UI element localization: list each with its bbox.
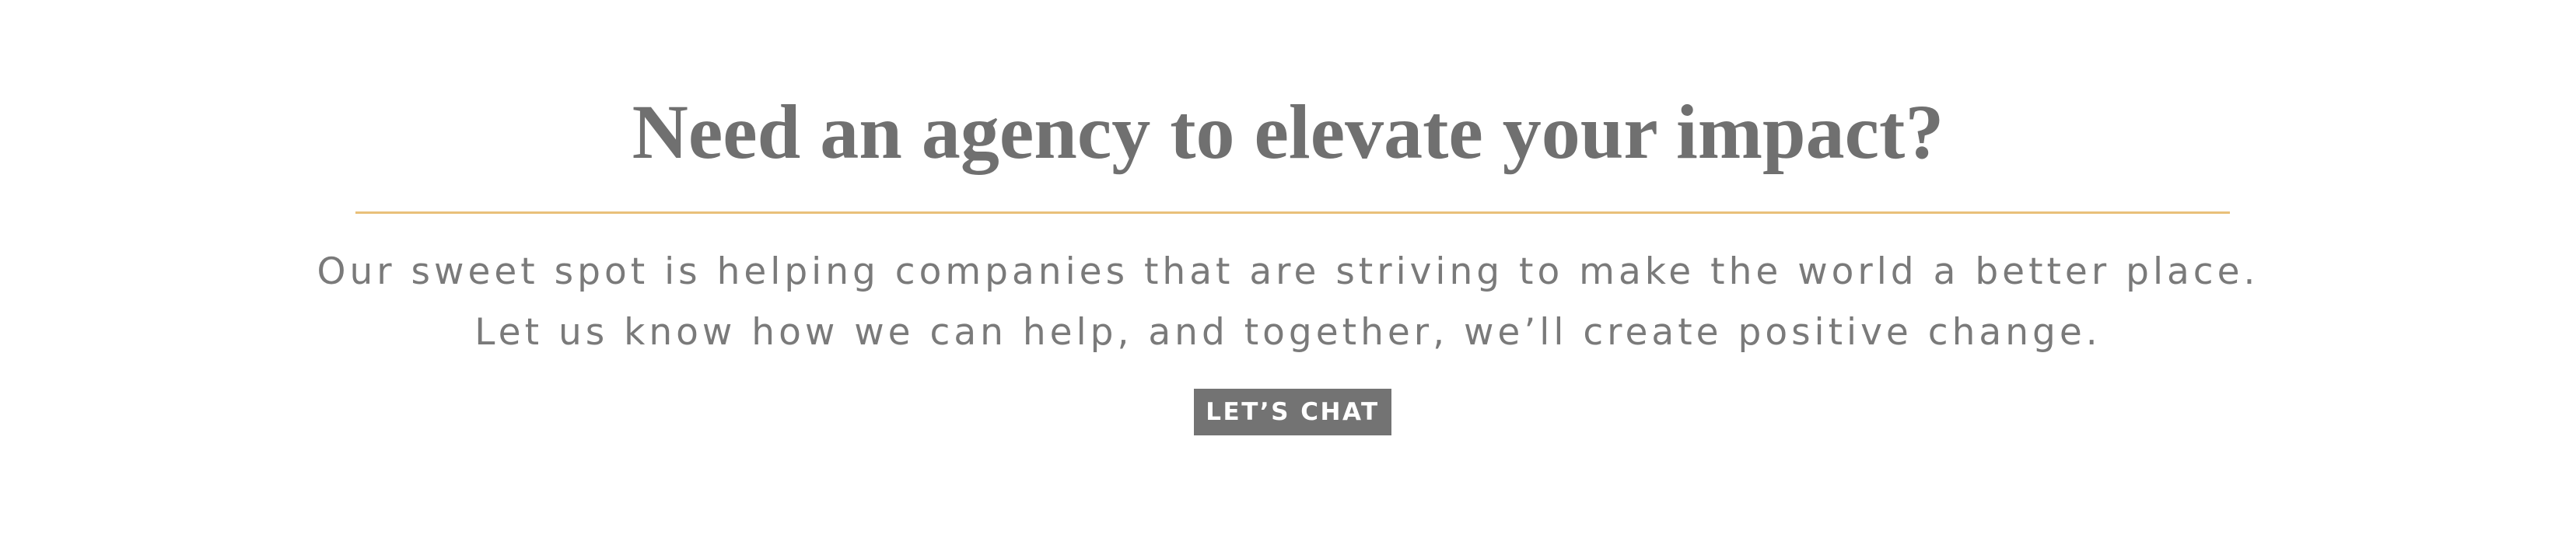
lets-chat-button[interactable]: LET’S CHAT	[1194, 389, 1391, 435]
cta-body-line-1: Our sweet spot is helping companies that…	[317, 250, 2259, 293]
heading-divider	[355, 211, 2230, 214]
cta-section: Need an agency to elevate your impact? O…	[0, 0, 2576, 552]
cta-heading: Need an agency to elevate your impact?	[632, 89, 1944, 175]
cta-body-line-2: Let us know how we can help, and togethe…	[474, 311, 2102, 354]
